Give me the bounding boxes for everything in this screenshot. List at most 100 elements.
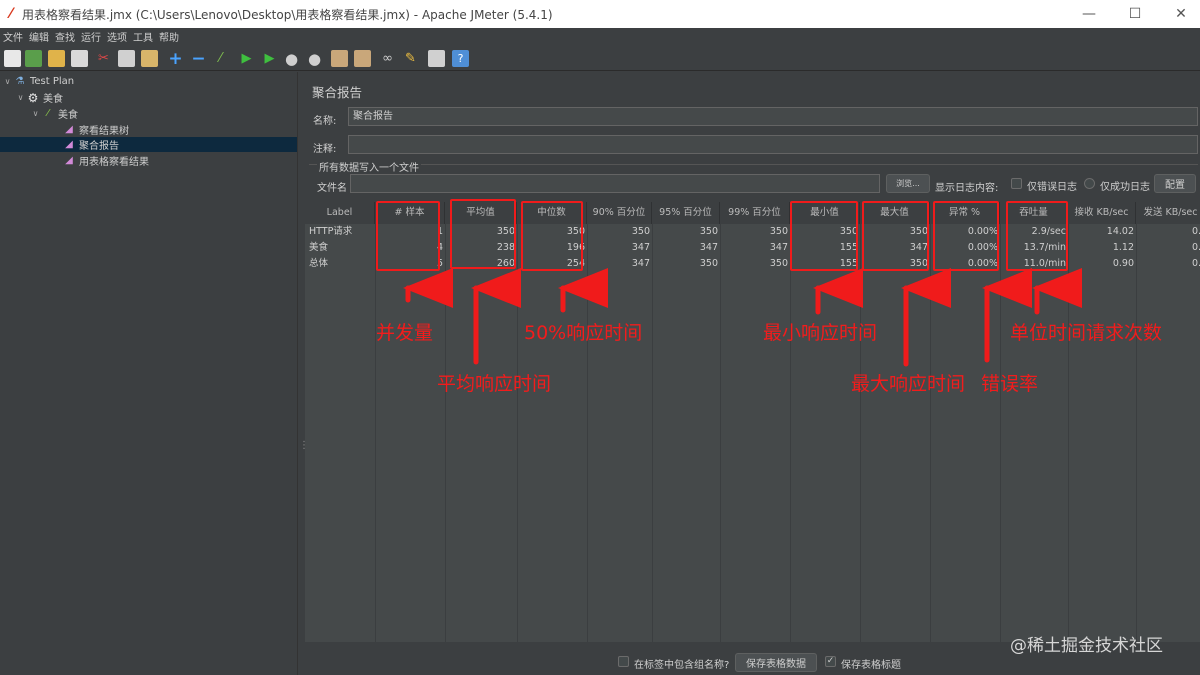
column-divider (720, 224, 721, 642)
table-cell: 350 (769, 226, 788, 237)
new-icon[interactable] (4, 50, 21, 67)
copy-icon[interactable] (118, 50, 135, 67)
highlight-average-column (450, 199, 516, 269)
chevron-down-icon[interactable]: ∨ (15, 93, 26, 102)
success-only-label: 仅成功日志 (1100, 182, 1150, 193)
column-header-label[interactable]: Label (305, 202, 375, 224)
close-button[interactable]: ✕ (1158, 0, 1200, 28)
expand-icon[interactable]: + (167, 49, 184, 69)
minimize-button[interactable]: — (1066, 0, 1112, 28)
save-header-checkbox[interactable]: ✓ (825, 656, 836, 667)
annotation-throughput: 单位时间请求次数 (1010, 322, 1163, 344)
title-bar: ⁄ 用表格察看结果.jmx (C:\Users\Lenovo\Desktop\用… (0, 0, 1200, 28)
cut-icon[interactable]: ✂ (95, 50, 112, 67)
errors-only-checkbox[interactable] (1011, 178, 1022, 189)
clear-all-icon[interactable] (354, 50, 371, 67)
chevron-down-icon[interactable]: ∨ (30, 109, 41, 118)
table-cell: 总体 (309, 258, 329, 269)
chart-icon: ◢ (65, 124, 73, 135)
column-divider (930, 224, 931, 642)
tree-item-thread-group[interactable]: ∨ ⚙ 美食 (15, 90, 63, 106)
column-divider (1136, 224, 1137, 642)
collapse-icon[interactable]: − (190, 49, 207, 69)
chevron-down-icon[interactable]: ∨ (2, 77, 13, 86)
gear-icon: ⚙ (27, 90, 39, 105)
help-icon[interactable]: ? (452, 50, 469, 67)
tree-item-http-sampler[interactable]: ∨ ⁄ 美食 (30, 106, 78, 121)
highlight-min-column (790, 201, 858, 271)
splitter-handle[interactable]: ⋮ (297, 72, 309, 675)
file-group-border (309, 164, 1198, 165)
paste-icon[interactable] (141, 50, 158, 67)
highlight-samples-column (376, 201, 440, 271)
browse-button[interactable]: 浏览... (886, 174, 930, 193)
tree-item-test-plan[interactable]: ∨ ⚗ Test Plan (2, 74, 75, 89)
reset-search-icon[interactable]: ✎ (402, 50, 419, 67)
menu-help[interactable]: 帮助 (156, 29, 182, 44)
menu-bar: 文件 编辑 查找 运行 选项 工具 帮助 (0, 28, 1200, 44)
column-header-received[interactable]: 接收 KB/sec (1068, 202, 1136, 224)
column-divider (652, 224, 653, 642)
configure-button[interactable]: 配置 (1154, 174, 1196, 193)
table-cell: 350 (631, 226, 650, 237)
annotation-error: 错误率 (981, 373, 1039, 395)
tree-item-view-results-tree[interactable]: ◢ 察看结果树 (62, 122, 129, 137)
menu-search[interactable]: 查找 (52, 29, 78, 44)
jmeter-feather-icon: ⁄ (9, 6, 13, 22)
binoculars-icon[interactable]: ∞ (379, 50, 396, 67)
shutdown-icon[interactable]: ● (306, 50, 323, 68)
menu-edit[interactable]: 编辑 (26, 29, 52, 44)
maximize-button[interactable]: ☐ (1112, 0, 1158, 28)
tree-item-aggregate-report[interactable]: ◢ 聚合报告 (0, 137, 297, 152)
name-label: 名称: (313, 116, 337, 127)
menu-run[interactable]: 运行 (78, 29, 104, 44)
table-cell: 347 (631, 242, 650, 253)
save-table-button[interactable]: 保存表格数据 (735, 653, 817, 672)
templates-icon[interactable] (25, 50, 42, 67)
function-helper-icon[interactable] (428, 50, 445, 67)
column-header-sent[interactable]: 发送 KB/sec (1136, 202, 1200, 224)
comment-label: 注释: (313, 144, 337, 155)
column-divider (1068, 224, 1069, 642)
panel-title: 聚合报告 (312, 85, 363, 100)
menu-tools[interactable]: 工具 (130, 29, 156, 44)
table-cell: 347 (631, 258, 650, 269)
start-icon[interactable]: ▶ (238, 50, 255, 67)
table-cell: 0.04 (1192, 242, 1200, 253)
success-only-checkbox[interactable] (1084, 178, 1095, 189)
tree-item-view-results-table[interactable]: ◢ 用表格察看结果 (62, 153, 149, 168)
annotation-max: 最大响应时间 (851, 373, 966, 395)
column-divider (587, 224, 588, 642)
name-input[interactable]: 聚合报告 (348, 107, 1198, 126)
comment-input[interactable] (348, 135, 1198, 154)
table-cell: 0.90 (1112, 258, 1134, 269)
annotation-samples: 并发量 (376, 322, 434, 344)
table-cell: 14.02 (1106, 226, 1134, 237)
filename-input[interactable] (350, 174, 880, 193)
save-icon[interactable] (71, 50, 88, 67)
table-cell: 美食 (309, 242, 329, 253)
annotation-median: 50%响应时间 (524, 322, 643, 344)
start-no-pauses-icon[interactable]: ▶ (261, 50, 278, 67)
stop-icon[interactable]: ● (283, 50, 300, 68)
open-folder-icon[interactable] (48, 50, 65, 67)
annotation-average: 平均响应时间 (437, 373, 552, 395)
log-display-label: 显示日志内容: (935, 183, 999, 194)
column-header-p95[interactable]: 95% 百分位 (652, 202, 720, 224)
highlight-error-column (933, 201, 999, 271)
menu-file[interactable]: 文件 (0, 29, 26, 44)
toolbar: ✂ + − ⁄ ▶ ▶ ● ● ∞ ✎ ? (0, 45, 1200, 71)
file-group-label: 所有数据写入一个文件 (317, 159, 421, 174)
clear-icon[interactable] (331, 50, 348, 67)
test-plan-tree: ∨ ⚗ Test Plan ∨ ⚙ 美食 ∨ ⁄ 美食 ◢ 察看结果树 ◢ 聚合… (0, 72, 297, 675)
column-header-p99[interactable]: 99% 百分位 (720, 202, 790, 224)
pipette-icon: ⁄ (47, 108, 49, 119)
toggle-icon[interactable]: ⁄ (212, 50, 229, 67)
highlight-max-column (862, 201, 929, 271)
chart-icon: ◢ (65, 139, 73, 150)
column-header-p90[interactable]: 90% 百分位 (587, 202, 652, 224)
column-divider (517, 224, 518, 642)
include-group-label: 在标签中包含组名称? (634, 660, 730, 671)
include-group-checkbox[interactable] (618, 656, 629, 667)
menu-options[interactable]: 选项 (104, 29, 130, 44)
